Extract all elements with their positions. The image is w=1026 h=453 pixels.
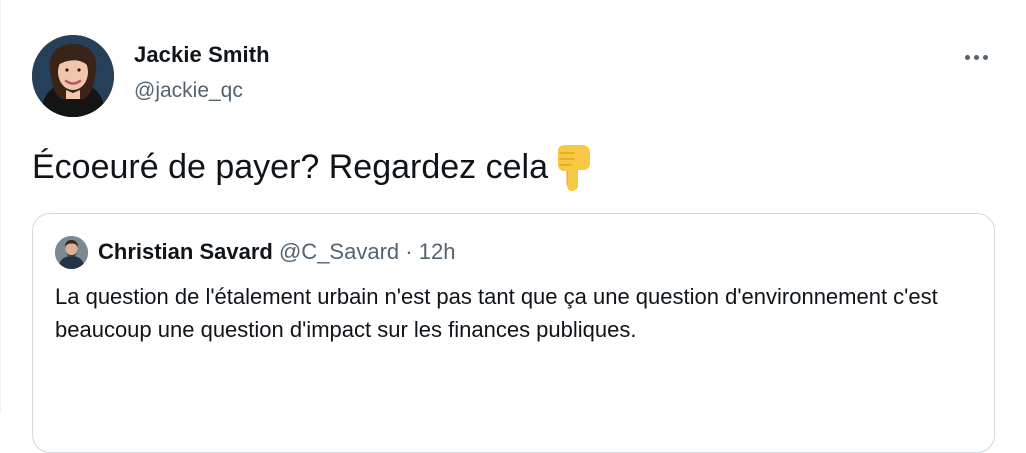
quoted-author-handle[interactable]: @C_Savard [279, 239, 399, 264]
author-display-name[interactable]: Jackie Smith [134, 42, 270, 68]
more-options-button[interactable] [956, 40, 996, 74]
quoted-author-avatar[interactable] [55, 236, 88, 269]
quoted-tweet-header: Christian Savard @C_Savard · 12h [98, 238, 455, 266]
tweet[interactable]: Jackie Smith @jackie_qc Écoeuré de payer… [0, 0, 1026, 453]
tweet-text: Écoeuré de payer? Regardez cela [32, 143, 594, 191]
author-handle[interactable]: @jackie_qc [134, 79, 243, 103]
quoted-header-separator: · [405, 239, 413, 264]
more-horizontal-icon [963, 54, 990, 60]
quoted-tweet-timestamp[interactable]: 12h [419, 239, 456, 264]
quoted-author-display-name[interactable]: Christian Savard [98, 239, 273, 264]
quoted-author-avatar-image [55, 236, 88, 269]
author-avatar-image [32, 35, 114, 117]
quoted-tweet-card[interactable]: Christian Savard @C_Savard · 12h La ques… [32, 213, 995, 453]
pointing-down-emoji-icon [554, 143, 594, 191]
quoted-tweet-text: La question de l'étalement urbain n'est … [55, 284, 938, 342]
author-avatar[interactable] [32, 35, 114, 117]
tweet-text-content: Écoeuré de payer? Regardez cela [32, 148, 548, 186]
